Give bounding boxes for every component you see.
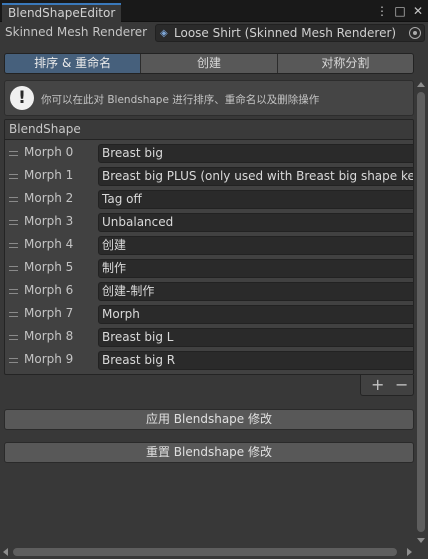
window-titlebar: BlendShapeEditor ⋮ □ ✕ [0,0,428,22]
list-rows: Morph 0 Breast big Morph 1 Breast big PL… [5,142,413,372]
tab-sort-rename[interactable]: 排序 & 重命名 [5,54,142,73]
apply-blendshape-button[interactable]: 应用 Blendshape 修改 [4,409,414,430]
drag-handle-icon[interactable] [9,220,18,225]
vertical-scrollbar[interactable] [415,80,427,545]
morph-name-input[interactable]: Unbalanced [98,213,413,232]
remove-item-button[interactable]: − [395,375,408,394]
alert-icon: ! [10,86,34,110]
scroll-right-icon[interactable] [407,548,412,556]
list-item: Morph 2 Tag off [5,188,413,211]
morph-name-input[interactable]: Morph [98,305,413,324]
list-item: Morph 9 Breast big R [5,349,413,372]
mode-toolbar: 排序 & 重命名 创建 对称分割 [4,53,414,74]
list-header: BlendShape [5,120,413,140]
scroll-left-icon[interactable] [3,548,8,556]
morph-label: Morph 3 [24,214,74,228]
morph-name-input[interactable]: Tag off [98,190,413,209]
list-item: Morph 6 创建-制作 [5,280,413,303]
maximize-icon[interactable]: □ [394,3,406,19]
morph-label: Morph 1 [24,168,74,182]
horizontal-scrollbar[interactable] [0,545,415,558]
skinned-mesh-field-row: Skinned Mesh Renderer ◈ Loose Shirt (Ski… [0,22,428,44]
drag-handle-icon[interactable] [9,335,18,340]
drag-handle-icon[interactable] [9,266,18,271]
blendshape-list: BlendShape Morph 0 Breast big Morph 1 Br… [4,119,414,375]
morph-name-input[interactable]: Breast big [98,144,413,163]
morph-name-input[interactable]: Breast big PLUS (only used with Breast b… [98,167,413,186]
list-item: Morph 5 制作 [5,257,413,280]
drag-handle-icon[interactable] [9,358,18,363]
morph-name-input[interactable]: Breast big L [98,328,413,347]
morph-label: Morph 4 [24,237,74,251]
skinned-mesh-icon: ◈ [160,27,168,39]
morph-label: Morph 7 [24,306,74,320]
more-options-icon[interactable]: ⋮ [376,3,388,19]
list-item: Morph 0 Breast big [5,142,413,165]
window-controls: ⋮ □ ✕ [376,3,424,19]
scroll-down-icon[interactable] [417,538,425,543]
list-item: Morph 7 Morph [5,303,413,326]
list-item: Morph 1 Breast big PLUS (only used with … [5,165,413,188]
add-item-button[interactable]: + [371,375,384,394]
tab-create[interactable]: 创建 [141,54,278,73]
morph-label: Morph 0 [24,145,74,159]
drag-handle-icon[interactable] [9,312,18,317]
morph-name-input[interactable]: Breast big R [98,351,413,370]
morph-label: Morph 2 [24,191,74,205]
list-footer: + − [360,375,414,396]
help-text: 你可以在此对 Blendshape 进行排序、重命名以及删除操作 [41,94,320,106]
morph-name-input[interactable]: 创建 [98,236,413,255]
skinned-mesh-object-field[interactable]: ◈ Loose Shirt (Skinned Mesh Renderer) [155,24,425,42]
list-item: Morph 8 Breast big L [5,326,413,349]
morph-name-input[interactable]: 制作 [98,259,413,278]
window-tab[interactable]: BlendShapeEditor [2,3,122,22]
drag-handle-icon[interactable] [9,197,18,202]
object-picker-icon[interactable] [409,27,421,39]
scroll-up-icon[interactable] [417,82,425,87]
help-box: ! 你可以在此对 Blendshape 进行排序、重命名以及删除操作 [4,80,414,116]
drag-handle-icon[interactable] [9,243,18,248]
skinned-mesh-label: Skinned Mesh Renderer [5,25,148,39]
vertical-scroll-thumb[interactable] [417,92,425,532]
list-item: Morph 3 Unbalanced [5,211,413,234]
drag-handle-icon[interactable] [9,151,18,156]
morph-label: Morph 6 [24,283,74,297]
morph-label: Morph 9 [24,352,74,366]
list-item: Morph 4 创建 [5,234,413,257]
morph-label: Morph 5 [24,260,74,274]
morph-name-input[interactable]: 创建-制作 [98,282,413,301]
drag-handle-icon[interactable] [9,289,18,294]
horizontal-scroll-thumb[interactable] [13,548,397,556]
tab-symmetry-split[interactable]: 对称分割 [277,54,413,73]
reset-blendshape-button[interactable]: 重置 Blendshape 修改 [4,442,414,463]
morph-label: Morph 8 [24,329,74,343]
drag-handle-icon[interactable] [9,174,18,179]
skinned-mesh-value: Loose Shirt (Skinned Mesh Renderer) [174,26,397,40]
close-icon[interactable]: ✕ [412,3,424,19]
